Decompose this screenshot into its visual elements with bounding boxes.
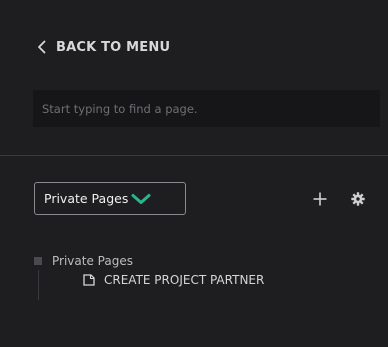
collapse-toggle-icon[interactable] <box>34 257 42 265</box>
section-divider <box>0 155 388 156</box>
chevron-left-icon <box>34 39 48 55</box>
back-to-menu-label: BACK TO MENU <box>56 39 171 55</box>
gear-icon <box>351 192 365 206</box>
plus-icon <box>313 192 327 206</box>
page-search-input[interactable] <box>33 90 380 127</box>
page-navigation-panel: BACK TO MENU Private Pages <box>0 0 388 347</box>
tree-item-create-project-partner[interactable]: CREATE PROJECT PARTNER <box>83 270 264 290</box>
chevron-down-icon <box>131 192 151 206</box>
tree-root-private-pages[interactable]: Private Pages <box>34 252 374 270</box>
page-scope-dropdown[interactable]: Private Pages <box>34 182 186 215</box>
back-to-menu-link[interactable]: BACK TO MENU <box>34 35 170 59</box>
page-tree: Private Pages CREATE PROJECT PARTNER <box>34 252 374 300</box>
page-icon <box>83 274 95 286</box>
tree-root-label: Private Pages <box>52 254 133 268</box>
tree-item-label: CREATE PROJECT PARTNER <box>104 273 265 287</box>
add-page-button[interactable] <box>310 188 330 210</box>
page-scope-selected-value: Private Pages <box>44 191 129 206</box>
settings-button[interactable] <box>349 190 367 208</box>
tree-children: CREATE PROJECT PARTNER <box>38 270 374 300</box>
